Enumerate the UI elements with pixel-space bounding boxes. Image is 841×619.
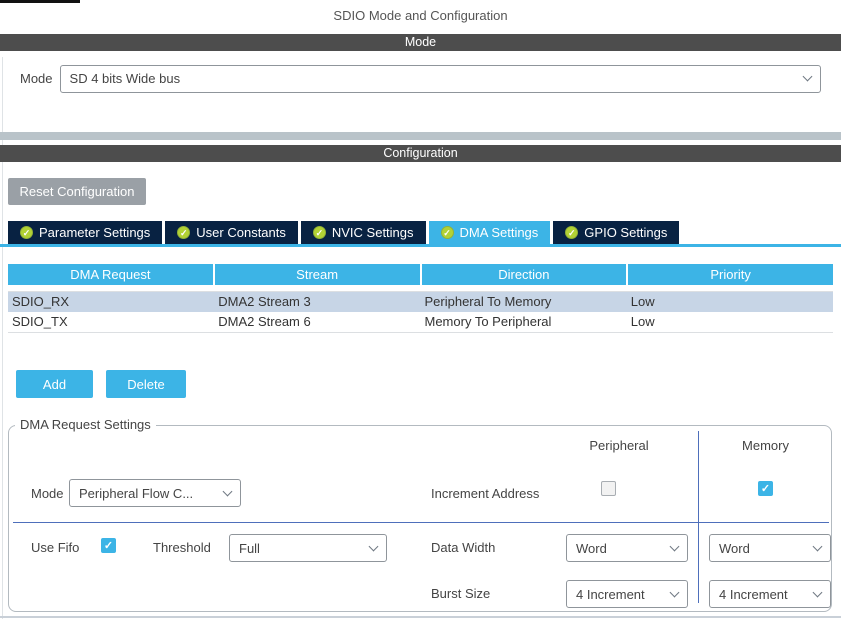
column-header-stream[interactable]: Stream (215, 264, 420, 285)
dma-table-body: SDIO_RX DMA2 Stream 3 Peripheral To Memo… (8, 291, 833, 333)
check-circle-icon (313, 226, 326, 239)
peripheral-column-header: Peripheral (539, 438, 699, 453)
settings-row-divider (13, 522, 829, 523)
panel-left-border (2, 57, 3, 619)
column-header-direction[interactable]: Direction (422, 264, 627, 285)
column-header-priority[interactable]: Priority (628, 264, 833, 285)
configuration-tabs: Parameter Settings User Constants NVIC S… (8, 221, 679, 244)
check-circle-icon (441, 226, 454, 239)
dma-request-settings-group: DMA Request Settings Peripheral Memory M… (8, 425, 832, 612)
tab-label: NVIC Settings (332, 225, 414, 240)
mode-select-value: SD 4 bits Wide bus (70, 71, 181, 86)
panel-bottom-border (0, 616, 841, 618)
cell-priority: Low (627, 292, 833, 312)
cell-direction: Memory To Peripheral (421, 312, 627, 332)
mode-select[interactable]: SD 4 bits Wide bus (60, 65, 821, 93)
use-fifo-checkbox[interactable] (101, 538, 116, 553)
burst-size-label: Burst Size (431, 586, 490, 601)
data-width-memory-value: Word (719, 541, 750, 556)
table-row-sdio-tx[interactable]: SDIO_TX DMA2 Stream 6 Memory To Peripher… (8, 312, 833, 332)
burst-size-memory-value: 4 Increment (719, 587, 788, 602)
check-circle-icon (20, 226, 33, 239)
chevron-down-icon (813, 587, 823, 597)
cell-direction: Peripheral To Memory (421, 292, 627, 312)
tab-gpio-settings[interactable]: GPIO Settings (553, 221, 679, 244)
chevron-down-icon (369, 541, 379, 551)
chevron-down-icon (670, 587, 680, 597)
data-width-peripheral-value: Word (576, 541, 607, 556)
burst-size-peripheral-select[interactable]: 4 Increment (566, 580, 688, 608)
threshold-select-value: Full (239, 541, 260, 556)
chevron-down-icon (813, 541, 823, 551)
increment-address-memory-checkbox[interactable] (758, 481, 773, 496)
dma-mode-select-value: Peripheral Flow C... (79, 486, 193, 501)
dma-mode-label: Mode (31, 486, 64, 501)
page-title: SDIO Mode and Configuration (0, 8, 841, 23)
cell-dma-request: SDIO_RX (8, 292, 214, 312)
active-tab-underline (0, 244, 841, 247)
burst-size-peripheral-value: 4 Increment (576, 587, 645, 602)
cell-priority: Low (627, 312, 833, 332)
peripheral-memory-divider (698, 431, 699, 603)
data-width-peripheral-select[interactable]: Word (566, 534, 688, 562)
check-circle-icon (565, 226, 578, 239)
tab-label: User Constants (196, 225, 286, 240)
check-circle-icon (177, 226, 190, 239)
tab-nvic-settings[interactable]: NVIC Settings (301, 221, 426, 244)
tab-parameter-settings[interactable]: Parameter Settings (8, 221, 162, 244)
configuration-section-bar: Configuration (0, 145, 841, 162)
cell-stream: DMA2 Stream 6 (214, 312, 420, 332)
sdio-config-panel: SDIO Mode and Configuration Mode Mode SD… (0, 0, 841, 619)
threshold-select[interactable]: Full (229, 534, 387, 562)
add-button[interactable]: Add (16, 370, 93, 398)
mode-row: Mode SD 4 bits Wide bus (20, 64, 821, 93)
group-legend: DMA Request Settings (15, 417, 156, 432)
section-divider-bar (0, 132, 841, 140)
chevron-down-icon (670, 541, 680, 551)
data-width-memory-select[interactable]: Word (709, 534, 831, 562)
threshold-label: Threshold (153, 540, 211, 555)
chevron-down-icon (803, 72, 813, 82)
burst-size-memory-select[interactable]: 4 Increment (709, 580, 831, 608)
data-width-label: Data Width (431, 540, 495, 555)
column-header-dma-request[interactable]: DMA Request (8, 264, 213, 285)
reset-configuration-button[interactable]: Reset Configuration (8, 178, 146, 205)
tab-label: DMA Settings (460, 225, 539, 240)
tab-label: GPIO Settings (584, 225, 667, 240)
cell-dma-request: SDIO_TX (8, 312, 214, 332)
tab-user-constants[interactable]: User Constants (165, 221, 298, 244)
delete-button[interactable]: Delete (106, 370, 186, 398)
memory-column-header: Memory (698, 438, 833, 453)
cell-stream: DMA2 Stream 3 (214, 292, 420, 312)
mode-label: Mode (20, 71, 53, 86)
table-row-sdio-rx[interactable]: SDIO_RX DMA2 Stream 3 Peripheral To Memo… (8, 292, 833, 312)
dma-table-header: DMA Request Stream Direction Priority (8, 264, 833, 285)
increment-address-peripheral-checkbox[interactable] (601, 481, 616, 496)
dma-mode-select[interactable]: Peripheral Flow C... (69, 479, 241, 507)
chevron-down-icon (223, 486, 233, 496)
increment-address-label: Increment Address (431, 486, 539, 501)
use-fifo-label: Use Fifo (31, 540, 79, 555)
top-edge-strip (0, 0, 80, 3)
tab-label: Parameter Settings (39, 225, 150, 240)
tab-dma-settings[interactable]: DMA Settings (429, 221, 551, 244)
mode-section-bar: Mode (0, 34, 841, 51)
